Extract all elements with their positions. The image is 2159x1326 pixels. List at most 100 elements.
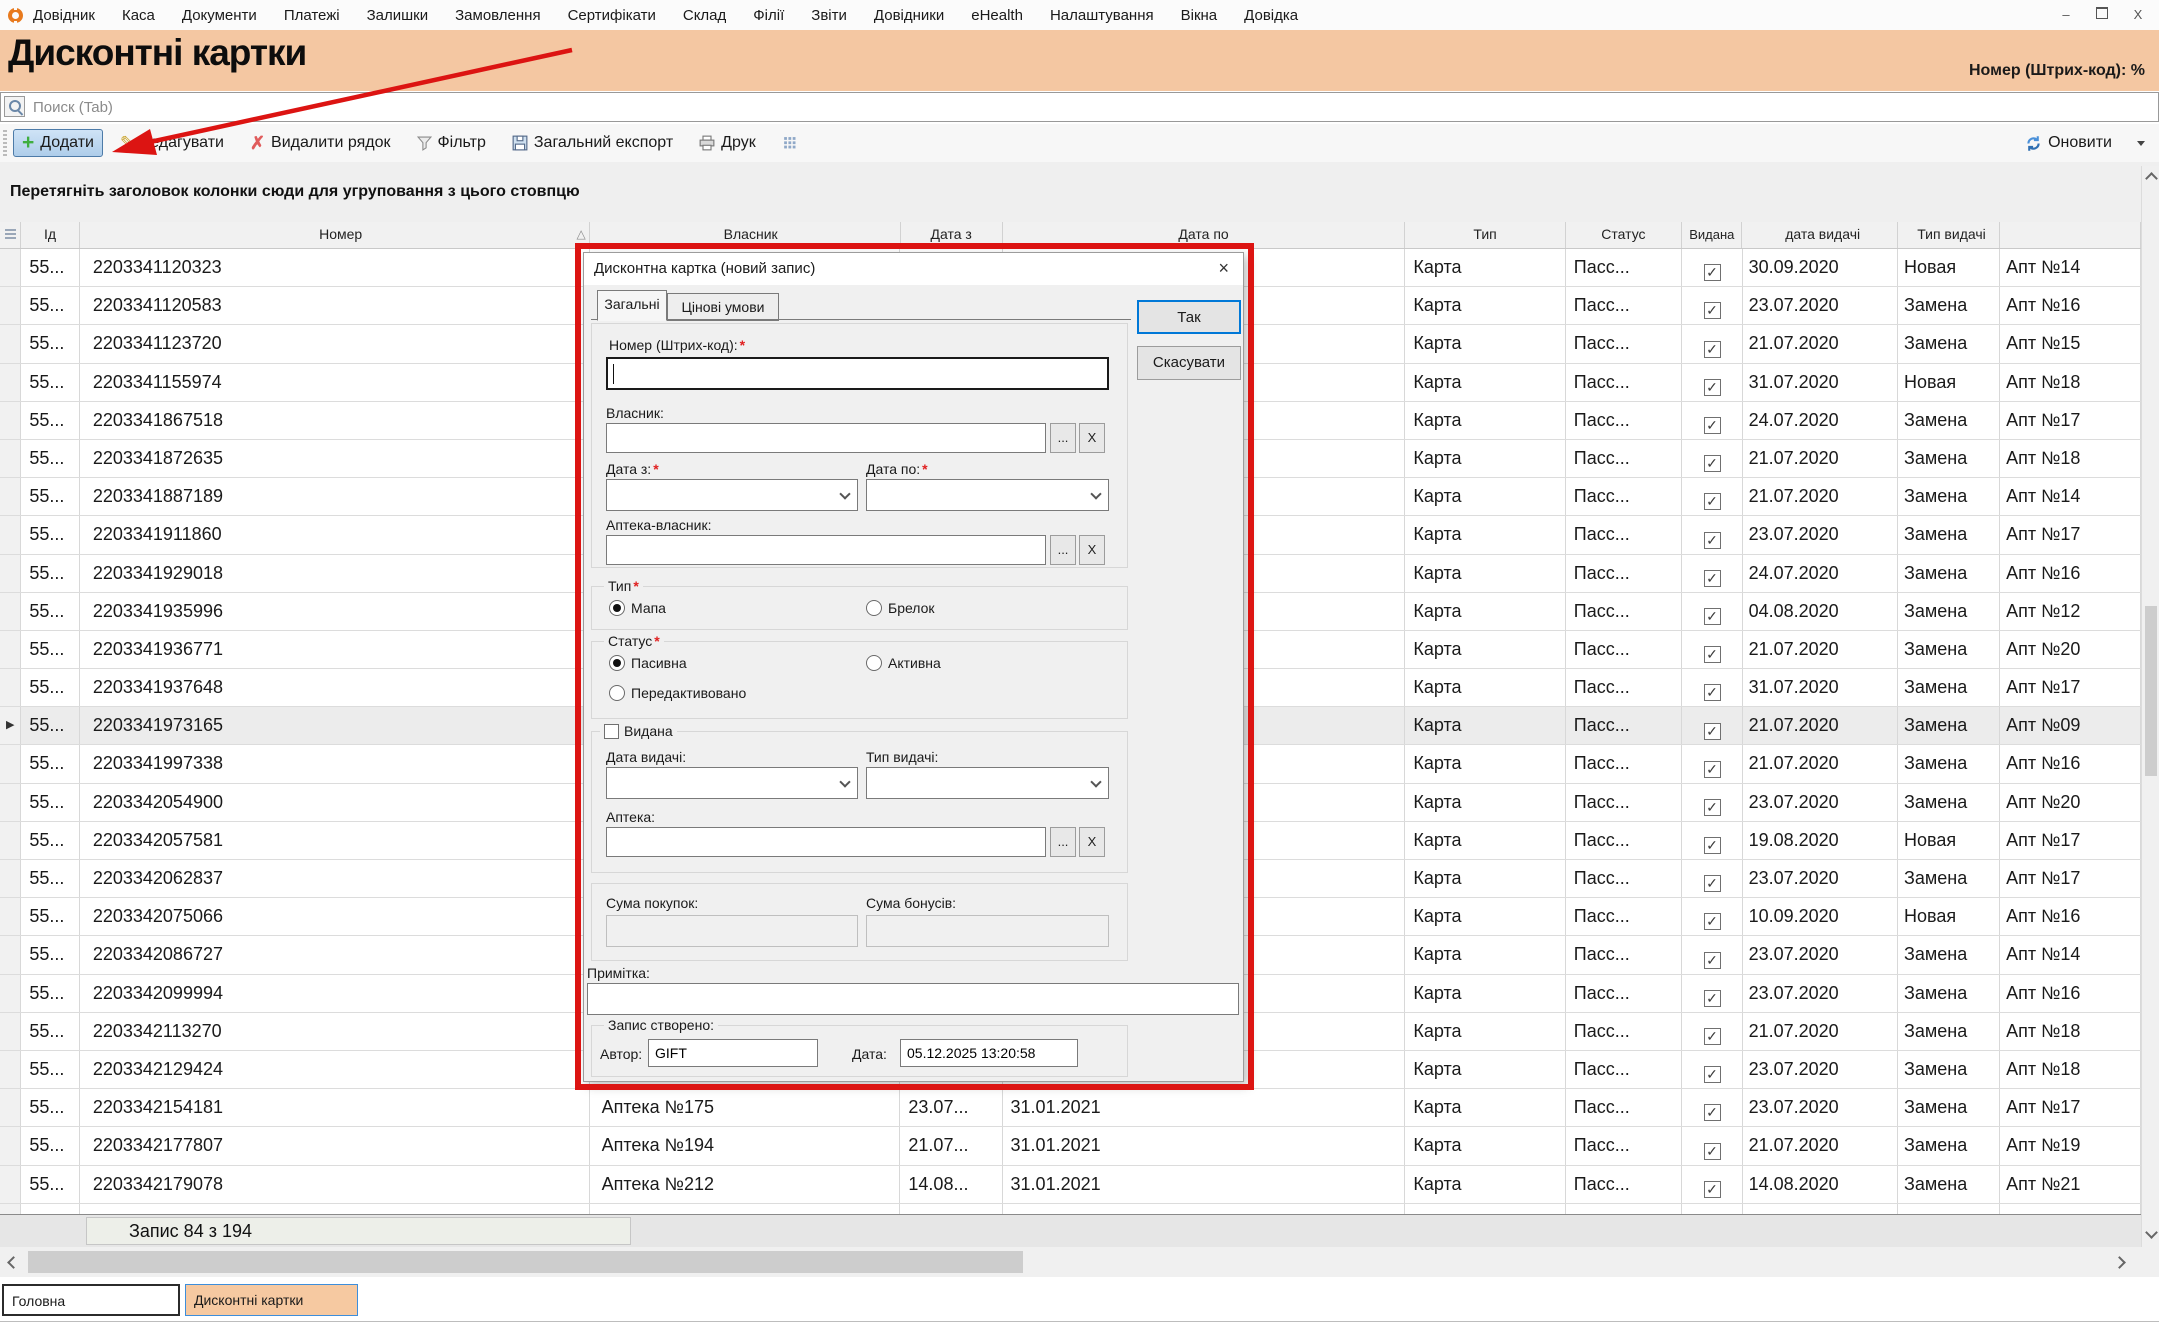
cell-issued[interactable] [1682, 1051, 1742, 1088]
cell-issue-date[interactable]: 21.07.2020 [1743, 1013, 1898, 1050]
issued-checkbox[interactable] [1704, 1104, 1721, 1121]
issued-checkbox[interactable] [1704, 455, 1721, 472]
group-by-panel[interactable]: Перетягніть заголовок колонки сюди для у… [0, 162, 2159, 222]
cell-issue-type[interactable]: Новая [1898, 898, 2000, 935]
menu-item-2[interactable]: Каса [122, 7, 155, 24]
cell-issue-type[interactable]: Замена [1898, 516, 2000, 553]
cell-status[interactable]: Пасс... [1566, 936, 1683, 973]
cell-number[interactable]: 2203342113270 [80, 1013, 590, 1050]
cell-issue-date[interactable]: 23.07.2020 [1743, 975, 1898, 1012]
cell-pharmacy[interactable]: Апт №14 [2000, 936, 2141, 973]
cell-type[interactable]: Карта [1405, 707, 1565, 744]
cell-type[interactable]: Карта [1405, 593, 1565, 630]
column-header-issue-type[interactable]: Тип видачі [1898, 222, 2000, 248]
cell-issue-type[interactable]: Замена [1898, 1127, 2000, 1164]
issued-checkbox[interactable] [1704, 302, 1721, 319]
issued-checkbox[interactable] [1704, 952, 1721, 969]
cell-owner[interactable]: Аптека №208 [590, 1204, 901, 1214]
cell-issue-type[interactable]: Новая [1898, 364, 2000, 401]
cell-issued[interactable] [1682, 364, 1742, 401]
grid-corner-header[interactable] [0, 222, 21, 248]
cell-status[interactable]: Пасс... [1566, 478, 1683, 515]
date-to-combo[interactable] [866, 479, 1109, 511]
cell-issue-date[interactable]: 21.07.2020 [1743, 707, 1898, 744]
cell-number[interactable]: 2203341911860 [80, 516, 590, 553]
issued-checkbox[interactable] [1704, 799, 1721, 816]
cell-type[interactable]: Карта [1405, 402, 1565, 439]
cell-issue-type[interactable]: Замена [1898, 555, 2000, 592]
horizontal-scrollbar[interactable] [0, 1247, 2159, 1277]
cell-status[interactable]: Пасс... [1566, 669, 1683, 706]
cell-type[interactable]: Карта [1405, 936, 1565, 973]
column-header-pharmacy[interactable] [2000, 222, 2141, 248]
cell-issue-date[interactable]: 23.07.2020 [1743, 516, 1898, 553]
author-input[interactable] [648, 1039, 818, 1067]
cell-id[interactable]: 55... [21, 898, 79, 935]
cell-issued[interactable] [1682, 1013, 1742, 1050]
issued-checkbox[interactable] [1704, 532, 1721, 549]
cell-pharmacy[interactable]: Апт №20 [2000, 631, 2141, 668]
cell-issue-date[interactable]: 21.07.2020 [1743, 478, 1898, 515]
cell-pharmacy[interactable]: Апт №17 [2000, 516, 2141, 553]
cell-issue-date[interactable]: 23.07.2020 [1743, 860, 1898, 897]
cell-pharmacy[interactable]: Апт №16 [2000, 898, 2141, 935]
cell-type[interactable]: Карта [1405, 555, 1565, 592]
cell-issue-date[interactable]: 23.07.2020 [1743, 1089, 1898, 1126]
search-input[interactable] [0, 92, 2159, 122]
cell-issue-type[interactable]: Замена [1898, 287, 2000, 324]
cell-id[interactable]: 55... [21, 822, 79, 859]
cell-issue-date[interactable]: 31.07.2020 [1743, 669, 1898, 706]
cell-number[interactable]: 2203341155974 [80, 364, 590, 401]
cell-issue-date[interactable]: 10.09.2020 [1743, 898, 1898, 935]
cell-status[interactable]: Пасс... [1566, 440, 1683, 477]
issued-checkbox[interactable] [1704, 1066, 1721, 1083]
cell-pharmacy[interactable]: Апт №14 [2000, 478, 2141, 515]
cell-pharmacy[interactable]: Апт №17 [2000, 860, 2141, 897]
cell-pharmacy[interactable]: Апт №12 [2000, 593, 2141, 630]
menu-item-9[interactable]: Філії [753, 7, 784, 24]
cell-issued[interactable] [1682, 478, 1742, 515]
search-icon[interactable] [4, 96, 25, 117]
pharmacy-owner-clear-button[interactable]: X [1079, 535, 1105, 565]
cell-id[interactable]: 55... [21, 860, 79, 897]
cell-type[interactable]: Карта [1405, 287, 1565, 324]
scroll-up-icon[interactable] [2145, 172, 2158, 185]
cell-issue-date[interactable]: 14.08.2020 [1743, 1166, 1898, 1203]
cell-status[interactable]: Пасс... [1566, 364, 1683, 401]
cell-type[interactable]: Карта [1405, 860, 1565, 897]
cell-issue-date[interactable]: 31.07.2020 [1743, 364, 1898, 401]
add-button[interactable]: + Додати [13, 129, 103, 157]
restore-button[interactable] [2091, 6, 2113, 24]
vertical-scrollbar[interactable] [2141, 166, 2159, 1247]
cell-status[interactable]: Пасс... [1566, 822, 1683, 859]
issued-checkbox[interactable] [1704, 761, 1721, 778]
cell-pharmacy[interactable]: Апт №17 [2000, 402, 2141, 439]
cell-id[interactable]: 55... [21, 745, 79, 782]
cell-number[interactable]: 2203342099994 [80, 975, 590, 1012]
cell-issued[interactable] [1682, 555, 1742, 592]
cell-issue-date[interactable]: 21.07.2020 [1743, 631, 1898, 668]
cell-issued[interactable] [1682, 1204, 1742, 1214]
issued-checkbox[interactable] [604, 724, 619, 739]
issued-checkbox[interactable] [1704, 264, 1721, 281]
cell-issue-type[interactable]: Замена [1898, 478, 2000, 515]
cell-id[interactable]: 55... [21, 669, 79, 706]
cell-type[interactable]: Карта [1405, 364, 1565, 401]
cell-pharmacy[interactable]: Апт №20 [2000, 1204, 2141, 1214]
cell-number[interactable]: 2203341973165 [80, 707, 590, 744]
cell-date-from[interactable]: 09.09... [900, 1204, 1002, 1214]
pharmacy-owner-input[interactable] [606, 535, 1046, 565]
column-header-date-to[interactable]: Дата по [1003, 222, 1406, 248]
issued-checkbox-label[interactable]: Видана [600, 723, 677, 739]
column-header-status[interactable]: Статус [1566, 222, 1683, 248]
cell-type[interactable]: Карта [1405, 784, 1565, 821]
cell-number[interactable]: 2203342177807 [80, 1127, 590, 1164]
menu-item-13[interactable]: Налаштування [1050, 7, 1154, 24]
column-header-issue-date[interactable]: дата видачі [1742, 222, 1898, 248]
owner-input[interactable] [606, 423, 1046, 453]
cell-date-from[interactable]: 14.08... [900, 1166, 1002, 1203]
cell-status[interactable]: Пасс... [1566, 707, 1683, 744]
cell-date-to[interactable]: 31.01.2021 [1003, 1204, 1406, 1214]
cell-issued[interactable] [1682, 784, 1742, 821]
tab-home[interactable]: Головна [2, 1284, 180, 1316]
